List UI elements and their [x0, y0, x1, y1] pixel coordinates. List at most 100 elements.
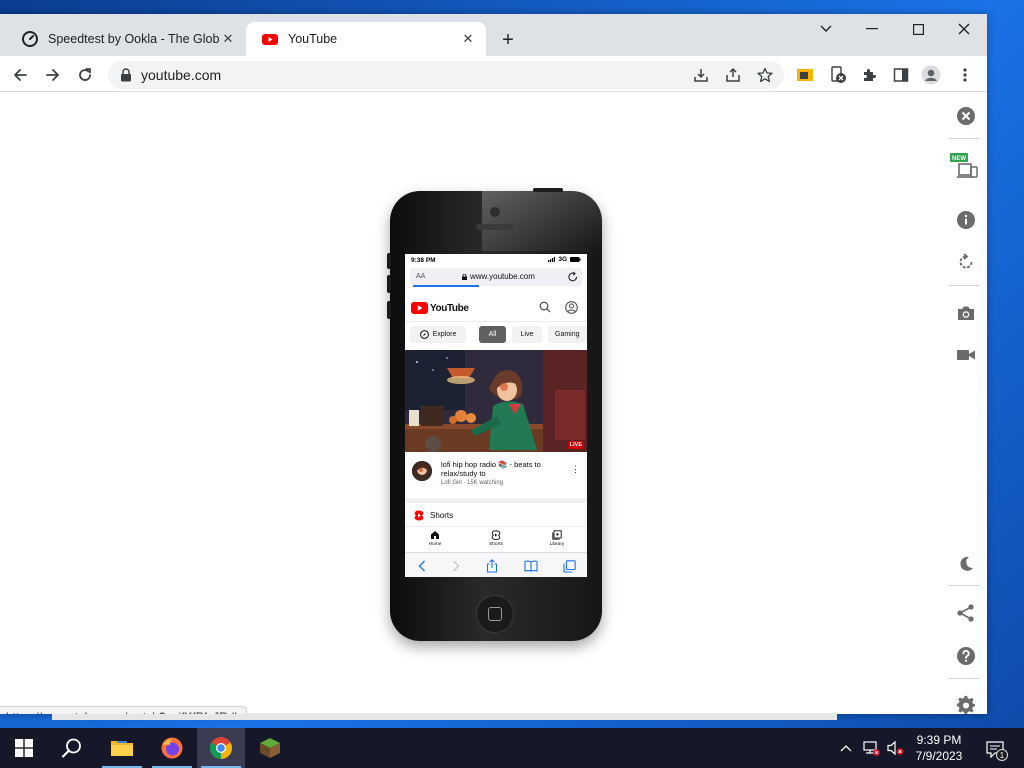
install-app-button[interactable] [691, 65, 711, 85]
safari-bookmarks-button[interactable] [523, 558, 539, 574]
extensions-button[interactable] [859, 65, 879, 85]
rotate-button[interactable] [946, 250, 986, 274]
yt-logo[interactable]: YouTube [411, 302, 469, 314]
phone-volume-down [387, 301, 391, 319]
shorts-section[interactable]: Shorts [405, 506, 587, 524]
channel-avatar[interactable] [412, 461, 432, 481]
nav-label: Shorts [489, 542, 503, 547]
dark-mode-button[interactable] [946, 552, 986, 576]
record-button[interactable] [946, 343, 986, 367]
account-icon[interactable] [565, 301, 578, 314]
chip-all[interactable]: All [479, 326, 506, 343]
nav-shorts[interactable]: Shorts [479, 530, 513, 547]
more-vert-icon[interactable]: ⋮ [571, 464, 580, 475]
action-center-button[interactable]: 1 [980, 736, 1010, 762]
close-tab-icon[interactable]: ✕ [220, 31, 236, 47]
speedtest-icon [22, 31, 38, 47]
new-tab-button[interactable]: + [496, 28, 520, 52]
maximize-button[interactable] [895, 14, 941, 44]
safari-forward-button[interactable] [448, 558, 464, 574]
shorts-label: Shorts [430, 511, 454, 520]
taskbar-firefox[interactable] [148, 728, 196, 768]
lock-icon [121, 68, 131, 82]
extension-button[interactable] [795, 65, 815, 85]
minecraft-block-icon [260, 738, 280, 758]
address-bar[interactable]: youtube.com [108, 61, 784, 89]
chip-label: Gaming [555, 331, 580, 338]
device-switch-button[interactable]: NEW [946, 147, 986, 187]
taskbar-clock[interactable]: 9:39 PM 7/9/2023 [904, 732, 974, 764]
close-tab-icon[interactable]: ✕ [460, 31, 476, 47]
search-icon[interactable] [539, 301, 551, 313]
address-url: youtube.com [141, 67, 222, 83]
youtube-icon [262, 34, 278, 45]
help-button[interactable] [946, 644, 986, 668]
nav-home[interactable]: Home [418, 530, 452, 547]
reload-icon[interactable] [568, 271, 578, 282]
tab-search-button[interactable] [803, 14, 849, 44]
safari-back-button[interactable] [414, 558, 430, 574]
phone-mute-switch [387, 253, 391, 269]
taskbar-minecraft[interactable] [246, 728, 294, 768]
start-button[interactable] [0, 728, 48, 768]
share-page-button[interactable] [946, 601, 986, 625]
profile-button[interactable] [921, 65, 941, 85]
taskbar-chrome[interactable] [197, 728, 245, 768]
phone-gloss [482, 191, 602, 251]
tab-youtube[interactable]: YouTube ✕ [246, 22, 486, 56]
nav-library[interactable]: Library [540, 530, 574, 547]
taskbar-file-explorer[interactable] [98, 728, 146, 768]
safari-address-bar[interactable]: AA www.youtube.com [410, 268, 582, 286]
browser-toolbar: youtube.com [0, 56, 987, 92]
screenshot-button[interactable] [946, 301, 986, 325]
minimize-icon [866, 28, 878, 30]
live-badge: LIVE [567, 441, 584, 449]
phone-screen: 9:38 PM 3G AA www.youtube.com YouTube Ex… [405, 254, 587, 577]
svg-text:NEW: NEW [952, 156, 966, 162]
info-button[interactable] [946, 208, 986, 232]
menu-button[interactable] [955, 65, 975, 85]
phone-frame: 9:38 PM 3G AA www.youtube.com YouTube Ex… [387, 188, 602, 641]
phone-home-button[interactable] [476, 595, 514, 633]
chip-live[interactable]: Live [512, 326, 542, 343]
chrome-icon [210, 737, 232, 759]
safari-tabs-button[interactable] [561, 558, 577, 574]
volume-button[interactable] [884, 728, 906, 768]
video-thumbnail[interactable]: LIVE [405, 350, 587, 452]
back-button[interactable] [7, 62, 33, 88]
side-panel-icon [893, 68, 909, 82]
close-window-button[interactable] [941, 14, 987, 44]
minimize-button[interactable] [849, 14, 895, 44]
network-button[interactable] [860, 728, 882, 768]
info-icon [957, 211, 975, 229]
shorts-outline-icon [491, 530, 501, 540]
share-button[interactable] [723, 65, 743, 85]
chip-explore[interactable]: Explore [410, 326, 466, 343]
chevron-left-icon [418, 560, 425, 572]
rail-divider [948, 585, 980, 586]
settings-button[interactable] [946, 693, 986, 714]
battery-icon [570, 257, 581, 262]
close-emulator-button[interactable] [946, 104, 986, 128]
forward-button[interactable] [40, 62, 66, 88]
chip-gaming[interactable]: Gaming [548, 326, 587, 343]
background-window-scrollbar [52, 713, 837, 720]
chevron-right-icon [453, 560, 460, 572]
side-panel-button[interactable] [891, 65, 911, 85]
safari-text-size[interactable]: AA [416, 273, 425, 280]
phone-volume-up [387, 275, 391, 293]
safari-share-button[interactable] [484, 558, 500, 574]
reload-button[interactable] [72, 62, 98, 88]
tab-speedtest[interactable]: Speedtest by Ookla - The Global ✕ [6, 22, 246, 56]
extension-button[interactable] [828, 65, 848, 85]
video-channel-info: Lofi Girl · 15K watching [441, 480, 504, 486]
taskbar: 9:39 PM 7/9/2023 1 [0, 728, 1024, 768]
video-card[interactable]: lofi hip hop radio 📚 - beats to relax/st… [405, 456, 587, 496]
show-hidden-icons-button[interactable] [836, 728, 856, 768]
clock-time: 9:39 PM [916, 733, 962, 747]
star-icon [757, 67, 773, 83]
bookmark-button[interactable] [755, 65, 775, 85]
library-icon [552, 530, 562, 540]
video-title[interactable]: lofi hip hop radio 📚 - beats to relax/st… [441, 460, 567, 478]
search-button[interactable] [48, 728, 96, 768]
